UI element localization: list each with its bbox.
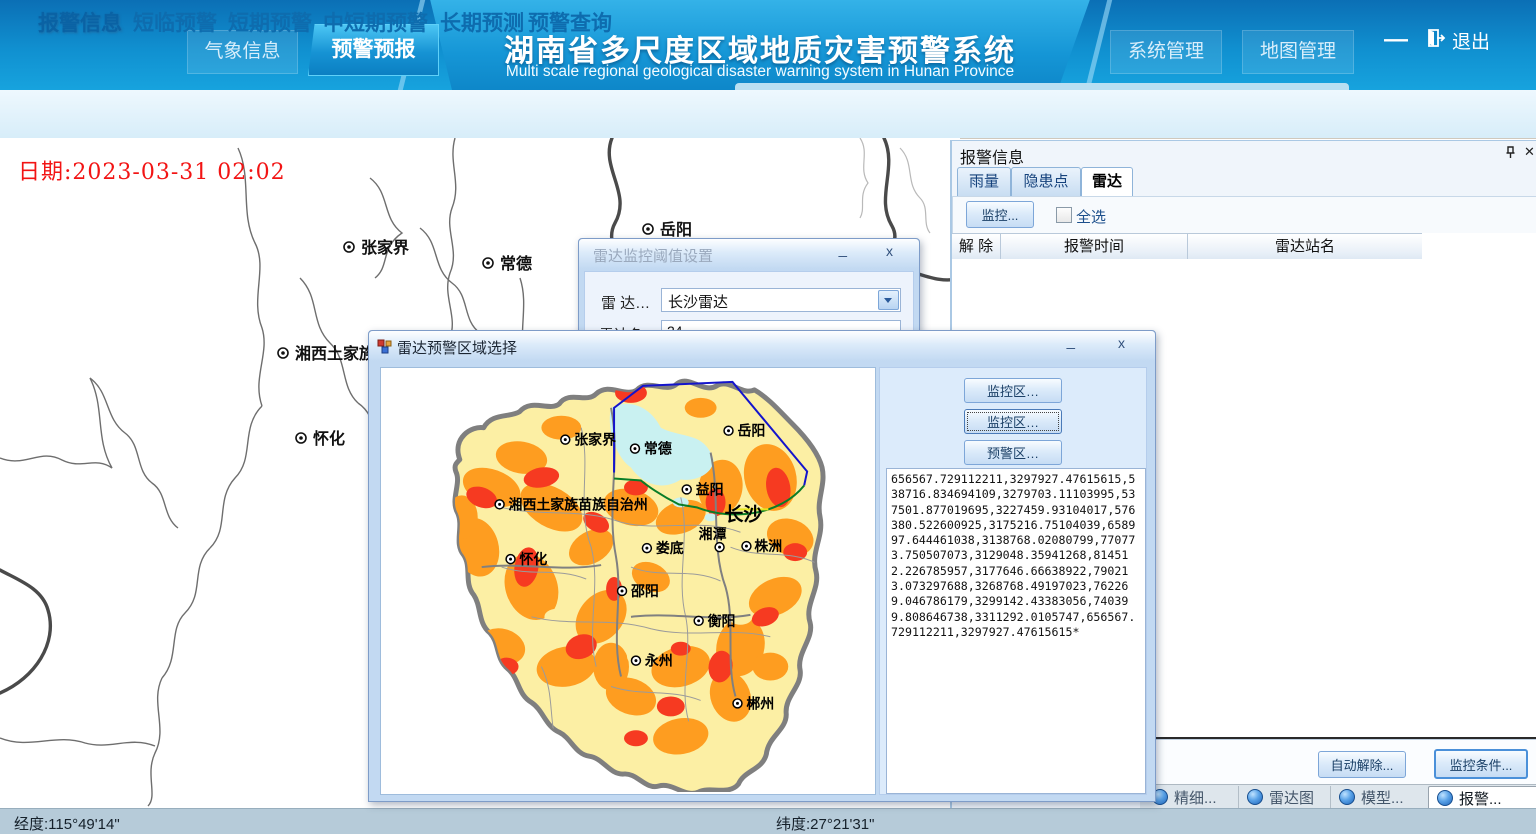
map-date-label: 日期:2023-03-31 02:02 bbox=[18, 154, 286, 186]
hunan-risk-map: 张家界 常德 岳阳 益阳 长沙 湘西土家族苗族自治州 湘潭 株洲 娄底 bbox=[381, 368, 873, 792]
subnav-warning-query[interactable]: 预警查询 bbox=[528, 11, 612, 37]
column-header-radar-station[interactable]: 雷达站名 bbox=[1188, 233, 1423, 261]
banner-bottom-strip bbox=[735, 83, 1349, 90]
radar-field-label: 雷 达… bbox=[601, 292, 650, 313]
city-label: 娄底 bbox=[656, 540, 684, 556]
panel-title: 报警信息 bbox=[960, 144, 1024, 168]
status-latitude: 纬度:27°21'31" bbox=[776, 813, 874, 834]
city-label: 岳阳 bbox=[660, 220, 692, 239]
monitor-region-button-1[interactable]: 监控区… bbox=[964, 378, 1062, 403]
exit-button[interactable]: 退出 bbox=[1426, 27, 1490, 54]
application-window: 气象信息 预警预报 湖南省多尺度区域地质灾害预警系统 Multi scale r… bbox=[0, 0, 1536, 834]
dock-tab-radar-image[interactable]: 雷达图 bbox=[1238, 786, 1322, 808]
subnav-midshort-warning[interactable]: 中短期预警 bbox=[323, 11, 428, 37]
column-header-alarm-time[interactable]: 报警时间 bbox=[1001, 233, 1188, 261]
radar-select[interactable]: 长沙雷达 bbox=[661, 288, 901, 312]
subnav-shortterm-warning[interactable]: 短期预警 bbox=[228, 11, 312, 37]
monitor-condition-button[interactable]: 监控条件... bbox=[1434, 749, 1528, 779]
tab-radar[interactable]: 雷达 bbox=[1081, 167, 1133, 198]
city-label: 益阳 bbox=[696, 481, 724, 497]
risk-map-canvas[interactable]: 张家界 常德 岳阳 益阳 长沙 湘西土家族苗族自治州 湘潭 株洲 娄底 bbox=[380, 367, 876, 795]
pin-icon[interactable] bbox=[1504, 146, 1518, 160]
subnav-alarm-info[interactable]: 报警信息 bbox=[38, 11, 122, 37]
dock-tab-model[interactable]: 模型... bbox=[1330, 786, 1412, 808]
panel-toolbar bbox=[952, 196, 1536, 234]
region-dialog-side-panel: 监控区… 监控区… 预警区… 656567.729112211,3297927.… bbox=[879, 367, 1147, 795]
close-icon[interactable]: x bbox=[1118, 335, 1125, 351]
city-label: 湘西土家族苗族自治州 bbox=[509, 496, 648, 512]
city-label: 永州 bbox=[644, 653, 673, 669]
dock-tab-fine[interactable]: 精细... bbox=[1144, 786, 1225, 808]
status-longitude: 经度:115°49'14" bbox=[14, 813, 120, 834]
city-label: 张家界 bbox=[361, 238, 409, 257]
city-label: 常德 bbox=[644, 441, 672, 457]
subnav-nowcast-warning[interactable]: 短临预警 bbox=[133, 11, 217, 37]
subnav-bar bbox=[0, 90, 1536, 139]
city-label: 衡阳 bbox=[708, 613, 736, 629]
city-label: 株洲 bbox=[754, 538, 782, 554]
city-label: 怀化 bbox=[313, 429, 345, 448]
select-all-checkbox[interactable] bbox=[1056, 207, 1072, 223]
minimize-button[interactable]: — bbox=[1384, 26, 1408, 54]
close-icon[interactable]: ✕ bbox=[1524, 144, 1535, 160]
exit-door-icon bbox=[1426, 28, 1446, 54]
city-label: 邵阳 bbox=[630, 583, 659, 599]
tab-rainfall[interactable]: 雨量 bbox=[957, 167, 1011, 196]
minimize-icon[interactable]: _ bbox=[839, 241, 847, 258]
city-label: 郴州 bbox=[746, 695, 774, 711]
city-label: 岳阳 bbox=[737, 423, 765, 439]
tab-hidden-danger[interactable]: 隐患点 bbox=[1011, 167, 1081, 196]
globe-icon bbox=[1437, 790, 1453, 806]
city-label-changsha: 长沙 bbox=[725, 503, 763, 525]
status-bar: 经度:115°49'14" 纬度:27°21'31" bbox=[0, 808, 1536, 834]
radar-region-dialog: 雷达预警区域选择 _ x bbox=[368, 330, 1156, 802]
minimize-icon[interactable]: _ bbox=[1067, 333, 1075, 350]
dock-tab-strip: 精细... 雷达图 模型... 报警... bbox=[1140, 784, 1536, 809]
select-all-label: 全选 bbox=[1076, 206, 1106, 227]
app-subtitle: Multi scale regional geological disaster… bbox=[450, 63, 1070, 81]
monitor-region-button-2[interactable]: 监控区… bbox=[964, 409, 1062, 434]
dock-tab-label: 精细... bbox=[1174, 787, 1217, 808]
subnav-longterm-forecast[interactable]: 长期预测 bbox=[440, 11, 524, 37]
globe-icon bbox=[1247, 789, 1263, 805]
monitor-button[interactable]: 监控... bbox=[966, 201, 1034, 228]
city-label: 张家界 bbox=[574, 432, 616, 448]
globe-icon bbox=[1339, 789, 1355, 805]
dialog-title: 雷达监控阈值设置 bbox=[593, 245, 713, 266]
auto-release-button[interactable]: 自动解除... bbox=[1318, 751, 1406, 778]
dock-tab-label: 报警... bbox=[1459, 788, 1502, 809]
nav-map-manage-button[interactable]: 地图管理 bbox=[1242, 30, 1354, 74]
nav-system-manage-button[interactable]: 系统管理 bbox=[1110, 30, 1222, 74]
alarm-table-body-right bbox=[1422, 233, 1536, 739]
dock-tab-label: 模型... bbox=[1361, 787, 1404, 808]
dropdown-button[interactable] bbox=[878, 290, 899, 310]
dialog-title: 雷达预警区域选择 bbox=[397, 337, 517, 358]
city-label: 湘潭 bbox=[699, 526, 727, 542]
form-icon bbox=[377, 338, 393, 354]
chevron-down-icon bbox=[884, 298, 892, 303]
dock-tab-label: 雷达图 bbox=[1269, 787, 1314, 808]
city-label: 常德 bbox=[500, 254, 532, 273]
region-coordinates-textbox[interactable]: 656567.729112211,3297927.47615615,538716… bbox=[886, 468, 1146, 794]
close-icon[interactable]: x bbox=[886, 243, 893, 259]
city-label: 怀化 bbox=[520, 551, 548, 567]
dock-tab-alarm[interactable]: 报警... bbox=[1428, 786, 1536, 809]
radar-select-value: 长沙雷达 bbox=[668, 291, 728, 312]
warning-region-button[interactable]: 预警区… bbox=[964, 440, 1062, 465]
exit-label: 退出 bbox=[1452, 27, 1490, 54]
column-header-release[interactable]: 解 除 bbox=[952, 233, 1001, 261]
